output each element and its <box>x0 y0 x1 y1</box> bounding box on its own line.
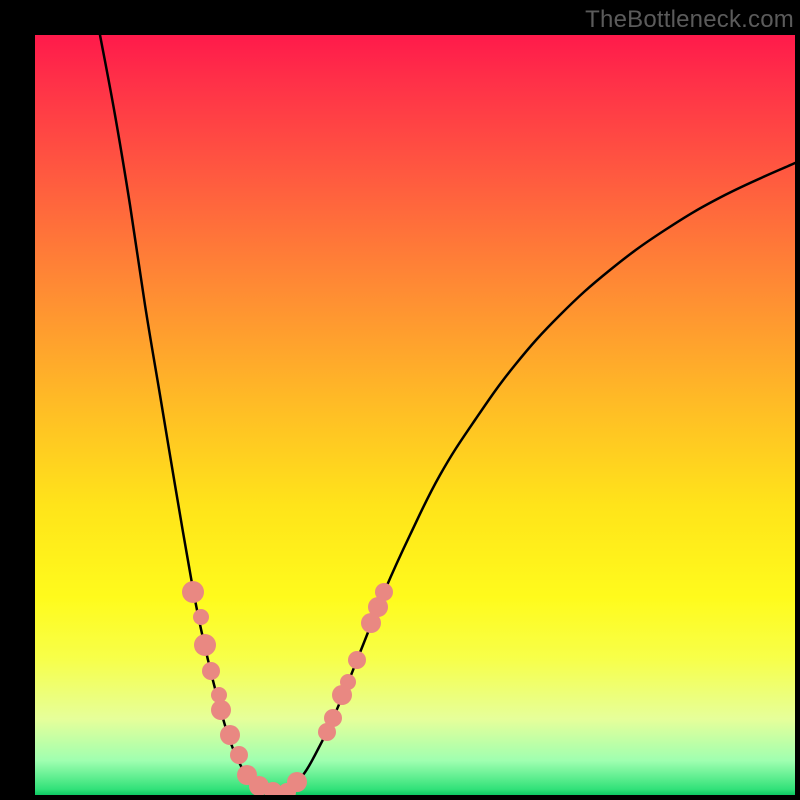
data-marker <box>230 746 248 764</box>
data-marker <box>194 634 216 656</box>
watermark-text: TheBottleneck.com <box>585 6 794 34</box>
chart-overlay <box>35 35 795 795</box>
data-marker <box>287 772 307 792</box>
plot-area <box>35 35 795 795</box>
data-marker <box>324 709 342 727</box>
data-marker <box>348 651 366 669</box>
data-marker <box>193 609 209 625</box>
data-marker <box>220 725 240 745</box>
data-marker <box>182 581 204 603</box>
data-marker <box>375 583 393 601</box>
data-marker <box>340 674 356 690</box>
data-marker <box>202 662 220 680</box>
chart-frame: TheBottleneck.com <box>0 0 800 800</box>
bottleneck-curve <box>100 35 795 792</box>
data-marker <box>211 700 231 720</box>
